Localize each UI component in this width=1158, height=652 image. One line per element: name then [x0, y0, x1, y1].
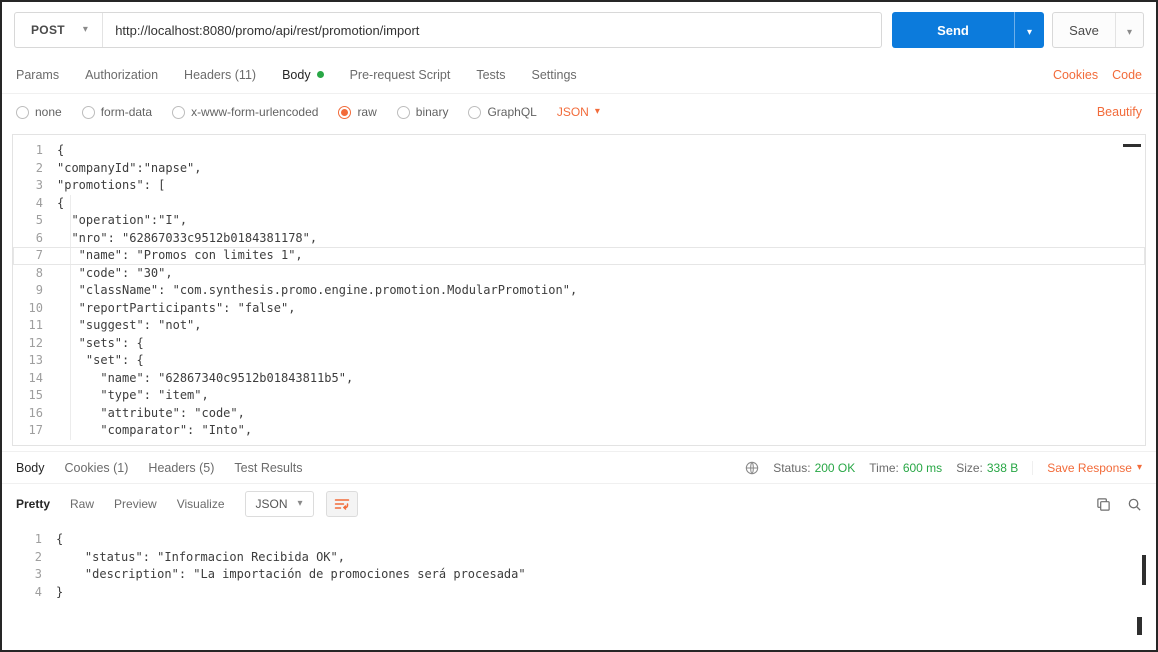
response-body-editor[interactable]: 1{ 2 "status": "Informacion Recibida OK"… — [12, 523, 1146, 641]
radio-icon — [81, 105, 95, 119]
request-bar: POST ▾ Send ▾ Save ▾ — [2, 2, 1156, 56]
code-line[interactable]: 4} — [12, 584, 1146, 602]
body-type-form-data[interactable]: form-data — [81, 105, 152, 119]
send-options-button[interactable]: ▾ — [1014, 12, 1044, 48]
response-language-select[interactable]: JSON ▾ — [244, 491, 314, 517]
save-button-group: Save ▾ — [1052, 12, 1144, 48]
radio-icon — [16, 105, 29, 119]
radio-icon — [396, 105, 410, 119]
body-type-x-www-form-urlencoded[interactable]: x-www-form-urlencoded — [172, 105, 318, 119]
wrap-lines-button[interactable] — [325, 491, 358, 517]
postman-window: POST ▾ Send ▾ Save ▾ Params Authorizatio… — [0, 0, 1158, 652]
body-type-none[interactable]: none — [16, 105, 62, 119]
method-label: POST — [31, 23, 65, 37]
response-tab-body[interactable]: Body — [16, 461, 45, 475]
code-line[interactable]: 10 "reportParticipants": "false", — [13, 300, 1145, 318]
code-line[interactable]: 17 "comparator": "Into", — [13, 422, 1145, 440]
code-line[interactable]: 13 "set": { — [13, 352, 1145, 370]
response-meta: Status: 200 OK Time: 600 ms Size: 338 B Sav… — [745, 460, 1142, 475]
tab-authorization[interactable]: Authorization — [85, 68, 158, 82]
raw-language-select[interactable]: JSON ▾ — [557, 105, 600, 119]
body-type-raw[interactable]: raw — [338, 105, 377, 119]
body-type-graphql[interactable]: GraphQL — [468, 105, 537, 119]
view-tab-visualize[interactable]: Visualize — [177, 497, 225, 511]
tab-body[interactable]: Body — [282, 68, 324, 82]
method-select[interactable]: POST ▾ — [15, 13, 102, 47]
tab-pre-request-script[interactable]: Pre-request Script — [350, 68, 451, 82]
code-line[interactable]: 2 "companyId":"napse", — [13, 160, 1145, 178]
code-line[interactable]: 2 "status": "Informacion Recibida OK", — [12, 549, 1146, 567]
save-options-button[interactable]: ▾ — [1115, 13, 1143, 47]
search-icon — [1128, 498, 1141, 511]
chevron-down-icon: ▾ — [1126, 26, 1133, 38]
code-line[interactable]: 12 "sets": { — [13, 335, 1145, 353]
cookies-link[interactable]: Cookies — [1053, 68, 1098, 82]
code-line[interactable]: 11 "suggest": "not", — [13, 317, 1145, 335]
response-toolbar-right — [1096, 497, 1142, 512]
response-toolbar: Pretty Raw Preview Visualize JSON ▾ — [2, 484, 1156, 523]
request-tabs-row: Params Authorization Headers (11) Body P… — [2, 56, 1156, 94]
response-tab-headers[interactable]: Headers (5) — [148, 461, 214, 475]
status-badge: Status: 200 OK — [773, 460, 856, 475]
tab-headers[interactable]: Headers (11) — [184, 68, 256, 82]
tab-settings[interactable]: Settings — [532, 68, 577, 82]
chevron-down-icon: ▾ — [1026, 26, 1033, 38]
response-tab-test-results[interactable]: Test Results — [234, 461, 302, 475]
request-body-editor[interactable]: 1{ 2 "companyId":"napse", 3 "promotions": … — [12, 134, 1146, 446]
code-line[interactable]: 8 "code": "30", — [13, 265, 1145, 283]
chevron-down-icon: ▾ — [1136, 461, 1142, 473]
code-line[interactable]: 16 "attribute": "code", — [13, 405, 1145, 423]
url-group: POST ▾ — [14, 12, 882, 48]
code-link[interactable]: Code — [1112, 68, 1142, 82]
code-line[interactable]: 6 "nro": "62867033c9512b0184381178", — [13, 230, 1145, 248]
chevron-down-icon: ▾ — [297, 498, 303, 509]
tabs-right-links: Cookies Code — [1053, 68, 1142, 82]
time-badge: Time: 600 ms — [869, 460, 943, 475]
view-tab-pretty[interactable]: Pretty — [16, 497, 50, 511]
search-button[interactable] — [1127, 497, 1142, 512]
code-line[interactable]: 5 "operation":"I", — [13, 212, 1145, 230]
code-line[interactable]: 15 "type": "item", — [13, 387, 1145, 405]
radio-icon — [468, 105, 482, 119]
response-header: Body Cookies (1) Headers (5) Test Result… — [2, 451, 1156, 484]
code-line-active[interactable]: 7 "name": "Promos con limites 1", — [13, 247, 1145, 265]
view-tab-raw[interactable]: Raw — [70, 497, 94, 511]
wrap-lines-icon — [334, 499, 349, 510]
body-type-row: none form-data x-www-form-urlencoded raw… — [2, 94, 1156, 130]
code-line[interactable]: 4{ — [13, 195, 1145, 213]
code-line[interactable]: 1{ — [12, 531, 1146, 549]
code-line[interactable]: 9 "className": "com.synthesis.promo.engi… — [13, 282, 1145, 300]
url-input[interactable] — [103, 13, 881, 47]
beautify-link[interactable]: Beautify — [1097, 105, 1142, 119]
code-line[interactable]: 3 "promotions": [ — [13, 177, 1145, 195]
body-type-binary[interactable]: binary — [396, 105, 448, 119]
radio-selected-icon — [338, 105, 352, 119]
send-button-group: Send ▾ — [892, 12, 1044, 48]
copy-icon — [1097, 497, 1110, 511]
code-line[interactable]: 3 "description": "La importación de prom… — [12, 566, 1146, 584]
network-globe-icon — [745, 461, 759, 475]
chevron-down-icon: ▾ — [82, 24, 89, 35]
copy-button[interactable] — [1096, 497, 1111, 512]
size-badge: Size: 338 B — [956, 460, 1019, 475]
response-scrollbar-thumb-bottom[interactable] — [1137, 617, 1142, 635]
response-scrollbar-thumb[interactable] — [1142, 555, 1146, 585]
chevron-down-icon: ▾ — [594, 106, 600, 117]
view-tab-preview[interactable]: Preview — [114, 497, 157, 511]
response-tab-cookies[interactable]: Cookies (1) — [65, 461, 129, 475]
save-button[interactable]: Save — [1053, 13, 1115, 47]
tab-tests[interactable]: Tests — [476, 68, 505, 82]
save-response-button[interactable]: Save Response ▾ — [1032, 460, 1142, 475]
editor-scrollbar-thumb[interactable] — [1123, 144, 1141, 147]
radio-icon — [172, 105, 186, 119]
code-line[interactable]: 14 "name": "62867340c9512b01843811b5", — [13, 370, 1145, 388]
code-line[interactable]: 1{ — [13, 142, 1145, 160]
tab-params[interactable]: Params — [16, 68, 59, 82]
send-button[interactable]: Send — [892, 12, 1014, 48]
unsaved-changes-dot — [316, 71, 324, 78]
